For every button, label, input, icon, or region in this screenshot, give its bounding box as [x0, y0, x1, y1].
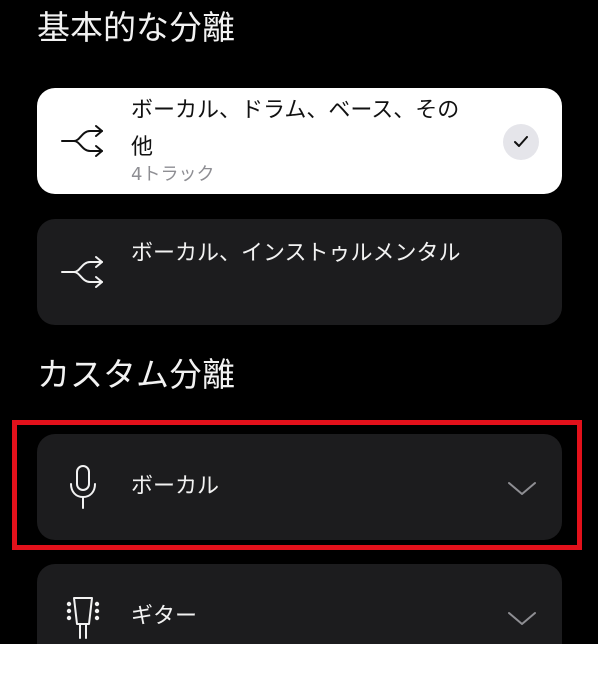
option-subtitle: 4トラック — [131, 164, 215, 185]
option-vocals-instrumental[interactable]: ボーカル、インストゥルメンタル — [37, 219, 562, 325]
option-title: ボーカル、ドラム、ベース、その他 — [131, 98, 460, 160]
screen: 基本的な分離 ボーカル、ドラム、ベース、その他 4トラック ボーカル、インストゥ… — [0, 0, 598, 644]
chevron-down-icon[interactable] — [507, 611, 537, 627]
option-title: ボーカル、インストゥルメンタル — [131, 241, 461, 266]
custom-option-label: ギター — [131, 604, 198, 629]
option-four-tracks[interactable]: ボーカル、ドラム、ベース、その他 4トラック — [37, 88, 562, 194]
checkmark-icon — [514, 136, 528, 147]
highlight-box — [12, 420, 582, 550]
section-title-custom: カスタム分離 — [37, 355, 235, 394]
selected-badge — [503, 124, 539, 160]
guitar-headstock-icon — [57, 591, 109, 643]
section-title-basic: 基本的な分離 — [37, 8, 235, 47]
split-arrows-icon — [57, 115, 109, 167]
split-arrows-icon — [57, 246, 109, 298]
custom-option-guitar[interactable]: ギター — [37, 564, 562, 644]
